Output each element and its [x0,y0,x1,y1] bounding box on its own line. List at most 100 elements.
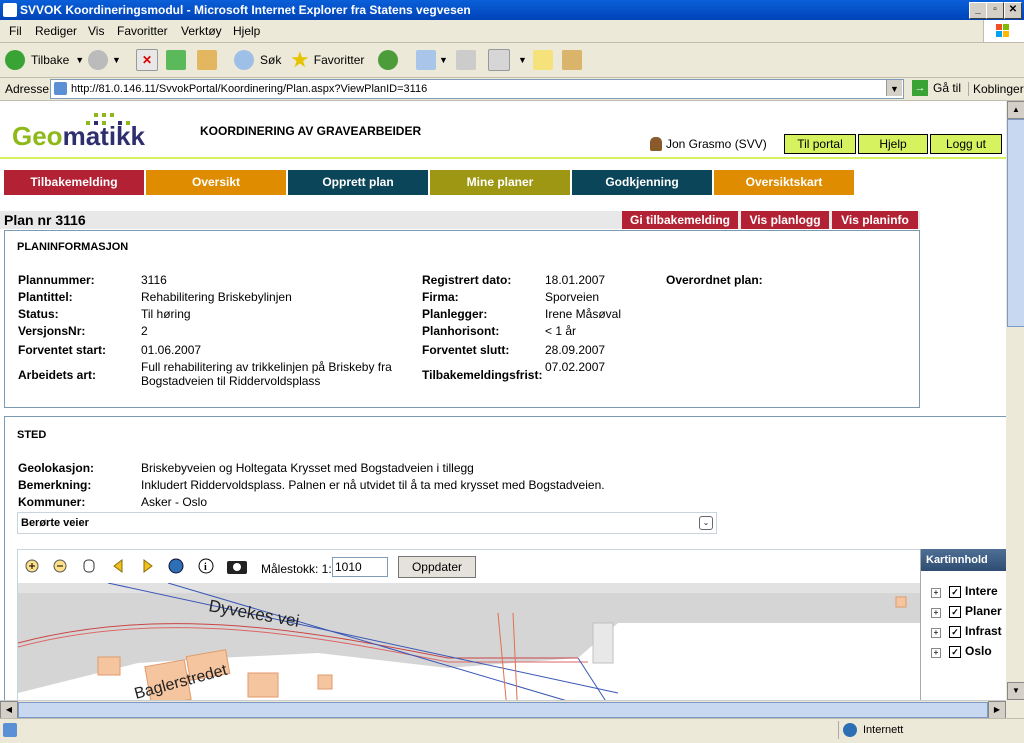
expand-icon[interactable]: ⌄ [699,516,713,530]
scale-input[interactable]: 1010 [332,557,388,577]
kartinnhold-panel: Kartinnhold + ✓ Intere + ✓ Planer + ✓ Infrast … [920,549,1006,718]
plantittel-value: Rehabilitering Briskebylinjen [141,290,292,304]
favorites-button[interactable]: ★ Favoritter [290,49,364,71]
scroll-thumb[interactable] [1007,119,1024,327]
forventet-start-label: Forventet start: [18,343,107,357]
map-tools: i [25,558,247,574]
scroll-right-icon[interactable]: ▶ [988,701,1006,719]
scroll-left-icon[interactable]: ◀ [0,701,18,719]
home-button[interactable] [197,49,217,71]
back-button[interactable]: Tilbake ▼ [5,49,84,71]
vis-planinfo-button[interactable]: Vis planinfo [832,211,918,229]
layer-label: Intere [965,584,998,598]
menu-fil[interactable]: Fil [9,24,22,38]
logo-geo-text: Geo [12,121,63,151]
hscroll-thumb[interactable] [18,702,988,718]
globe-zoom-icon [168,558,184,574]
go-label: Gå til [933,81,962,95]
menu-hjelp[interactable]: Hjelp [233,24,260,38]
layer-checkbox[interactable]: ✓ [949,626,961,638]
minimize-button[interactable]: _ [969,2,987,19]
dropdown-arrow-icon[interactable]: ▼ [75,55,84,65]
planhorisont-label: Planhorisont: [422,324,500,338]
logo-dots-icon [86,113,130,125]
research-button[interactable] [562,49,582,71]
vis-planlogg-button[interactable]: Vis planlogg [741,211,829,229]
arrow-right-icon [143,559,153,573]
maximize-button[interactable]: ▫ [986,2,1004,19]
nav-opprett-plan[interactable]: Opprett plan [288,170,428,195]
layer-item[interactable]: + ✓ Infrast [931,624,1002,638]
messenger-button[interactable] [533,49,553,71]
dropdown-arrow-icon[interactable]: ▼ [439,55,448,65]
go-button[interactable]: → Gå til [912,80,961,96]
refresh-icon [166,50,186,70]
menu-verktoy[interactable]: Verktøy [181,24,222,38]
layer-item[interactable]: + ✓ Oslo [931,644,992,658]
history-button[interactable] [378,49,398,71]
nav-tilbakemelding[interactable]: Tilbakemelding [4,170,144,195]
scroll-up-icon[interactable]: ▲ [1007,101,1024,119]
vertical-scrollbar[interactable]: ▲ ▼ [1006,101,1024,718]
nav-godkjenning[interactable]: Godkjenning [572,170,712,195]
firma-label: Firma: [422,290,459,304]
window-title: SVVOK Koordineringsmodul - Microsoft Int… [20,3,471,17]
layer-checkbox[interactable]: ✓ [949,606,961,618]
plannummer-value: 3116 [141,273,167,287]
zone-label: Internett [863,724,904,736]
scale-label: Målestokk: 1: [261,562,332,576]
dropdown-arrow-icon[interactable]: ▼ [518,55,527,65]
layer-item[interactable]: + ✓ Planer [931,604,1002,618]
page-content: Geomatikk KOORDINERING AV GRAVEARBEIDER … [0,101,1006,718]
address-input[interactable]: http://81.0.146.11/SvvokPortal/Koordiner… [50,79,904,99]
til-portal-button[interactable]: Til portal [784,134,856,154]
arbeidets-art-label: Arbeidets art: [18,368,97,382]
menu-favoritter[interactable]: Favoritter [117,24,168,38]
gi-tilbakemelding-button[interactable]: Gi tilbakemelding [622,211,738,229]
star-icon: ★ [290,47,310,72]
layer-checkbox[interactable]: ✓ [949,646,961,658]
windows-logo-icon [983,20,1024,42]
hjelp-button[interactable]: Hjelp [858,134,928,154]
favorites-label: Favoritter [313,53,365,67]
bemerkning-value: Inkludert Riddervoldsplass. Palnen er nå… [141,478,605,492]
oppdater-button[interactable]: Oppdater [398,556,476,578]
nav-mine-planer[interactable]: Mine planer [430,170,570,195]
dropdown-arrow-icon[interactable]: ▼ [112,55,121,65]
edit-button[interactable]: ▼ [488,49,527,71]
layer-label: Oslo [965,644,992,658]
map-canvas[interactable]: Dyvekes vei Baglerstredet [18,583,920,718]
forward-button[interactable]: ▼ [88,49,121,71]
search-button[interactable]: Søk [234,49,281,71]
app-title: KOORDINERING AV GRAVEARBEIDER [200,124,422,138]
logg-ut-button[interactable]: Logg ut [930,134,1002,154]
address-bar: Adresse http://81.0.146.11/SvvokPortal/K… [0,78,1024,101]
menu-rediger[interactable]: Rediger [35,24,77,38]
back-arrow-icon [5,50,25,70]
address-label: Adresse [5,82,50,96]
mail-icon [416,50,436,70]
address-dropdown-icon[interactable]: ▼ [886,80,902,96]
close-button[interactable]: ✕ [1004,2,1022,19]
layer-checkbox[interactable]: ✓ [949,586,961,598]
layer-item[interactable]: + ✓ Intere [931,584,998,598]
ie-app-icon [3,3,17,17]
expand-plus-icon[interactable]: + [931,648,941,658]
scroll-down-icon[interactable]: ▼ [1007,682,1024,700]
horizontal-scrollbar[interactable]: ◀ ▶ [0,700,1006,719]
berorte-veier-panel[interactable]: Berørte veier ⌄ [17,512,717,534]
refresh-button[interactable] [166,49,186,71]
registrert-dato-label: Registrert dato: [422,273,512,287]
links-label[interactable]: Koblinger [968,82,1024,96]
print-button[interactable] [456,49,476,71]
mail-button[interactable]: ▼ [416,49,448,71]
menu-vis[interactable]: Vis [88,24,104,38]
expand-plus-icon[interactable]: + [931,608,941,618]
forventet-slutt-value: 28.09.2007 [545,343,606,357]
nav-oversiktskart[interactable]: Oversiktskart [714,170,854,195]
title-bar: SVVOK Koordineringsmodul - Microsoft Int… [0,0,1024,20]
expand-plus-icon[interactable]: + [931,628,941,638]
stop-button[interactable]: ✕ [136,49,158,71]
nav-oversikt[interactable]: Oversikt [146,170,286,195]
expand-plus-icon[interactable]: + [931,588,941,598]
